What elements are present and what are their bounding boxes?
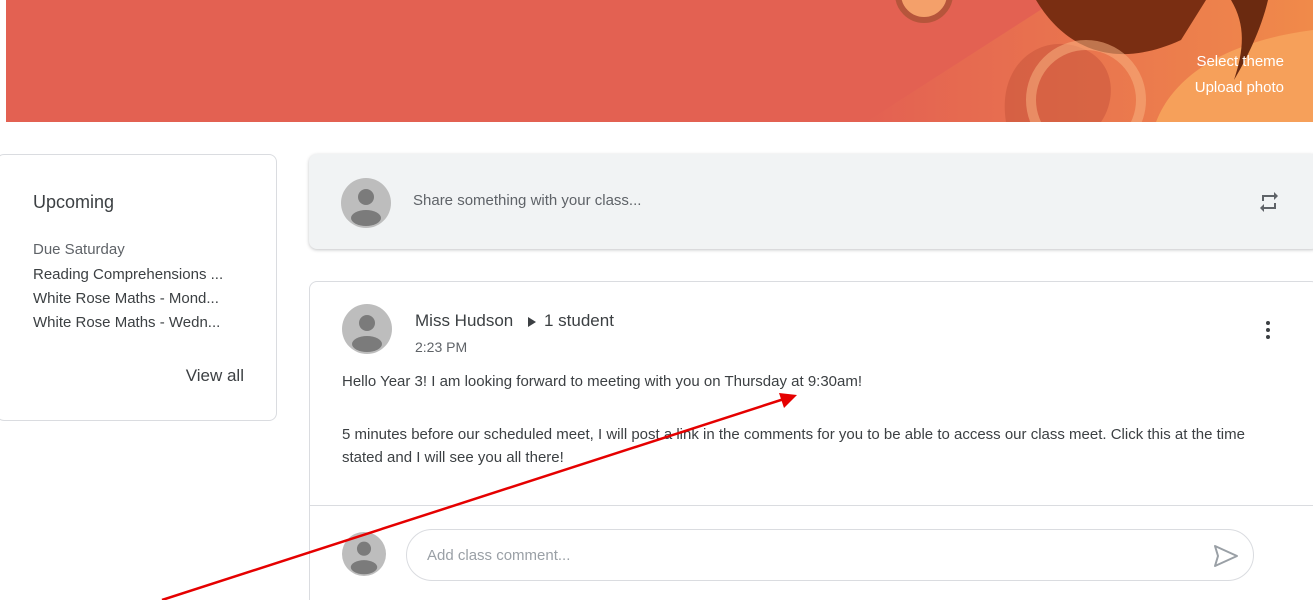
banner-decoration <box>866 0 1313 122</box>
avatar-icon <box>342 532 386 576</box>
upcoming-item[interactable]: White Rose Maths - Mond... <box>33 290 253 307</box>
post-time: 2:23 PM <box>415 339 468 355</box>
avatar-icon <box>342 304 392 354</box>
share-box[interactable]: Share something with your class... <box>309 154 1313 249</box>
upcoming-title: Upcoming <box>33 192 115 212</box>
upload-photo-link[interactable]: Upload photo <box>1195 79 1284 96</box>
comment-divider <box>310 505 1313 506</box>
due-label: Due Saturday <box>33 241 125 258</box>
upcoming-item[interactable]: White Rose Maths - Wedn... <box>33 314 253 331</box>
select-theme-link[interactable]: Select theme <box>1196 53 1284 70</box>
post-body-paragraph: Hello Year 3! I am looking forward to me… <box>342 373 863 390</box>
post-body-paragraph: 5 minutes before our scheduled meet, I w… <box>342 426 1245 466</box>
post-audience[interactable]: 1 student <box>544 311 614 331</box>
post-author: Miss Hudson <box>415 311 514 330</box>
repost-icon[interactable] <box>1257 190 1281 214</box>
share-prompt: Share something with your class... <box>413 192 642 209</box>
caret-right-icon <box>528 317 536 327</box>
more-vert-icon[interactable] <box>1256 318 1280 342</box>
avatar-icon <box>341 178 391 228</box>
upcoming-panel: Upcoming Due Saturday Reading Comprehens… <box>0 154 277 421</box>
class-banner: Select theme Upload photo <box>6 0 1313 122</box>
comment-box <box>406 529 1254 581</box>
upcoming-item[interactable]: Reading Comprehensions ... <box>33 266 253 283</box>
view-all-link[interactable]: View all <box>186 366 244 386</box>
announcement-card: Miss Hudson 1 student 2:23 PM Hello Year… <box>309 281 1313 600</box>
send-icon[interactable] <box>1213 544 1239 568</box>
comment-input[interactable] <box>427 544 1187 566</box>
